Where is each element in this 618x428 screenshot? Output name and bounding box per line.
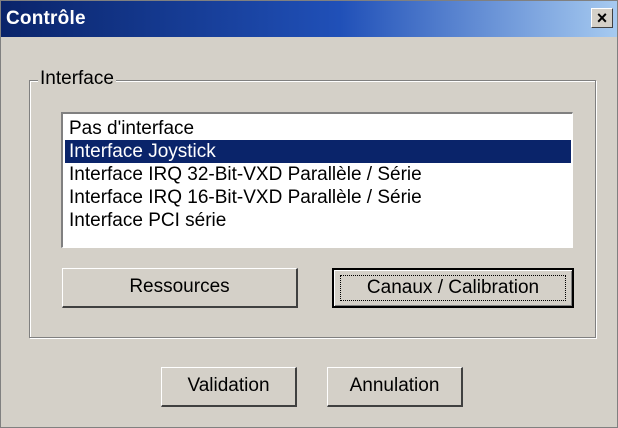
list-item-joystick[interactable]: Interface Joystick <box>65 140 571 163</box>
close-icon[interactable]: × <box>591 8 613 28</box>
channels-calibration-button[interactable]: Canaux / Calibration <box>332 268 574 308</box>
groupbox-label: Interface <box>38 68 116 90</box>
validation-button-label: Validation <box>187 375 270 396</box>
list-item-irq-32bit[interactable]: Interface IRQ 32-Bit-VXD Parallèle / Sér… <box>65 163 571 186</box>
title-bar[interactable]: Contrôle × <box>1 1 617 37</box>
list-item-pci-serial[interactable]: Interface PCI série <box>65 209 571 232</box>
list-item-irq-16bit[interactable]: Interface IRQ 16-Bit-VXD Parallèle / Sér… <box>65 186 571 209</box>
resources-button-label: Ressources <box>129 276 230 297</box>
dialog-window: Contrôle × Interface Pas d'interface Int… <box>0 0 618 428</box>
channels-calibration-button-label: Canaux / Calibration <box>366 277 540 298</box>
window-title: Contrôle <box>6 8 86 29</box>
interface-listbox[interactable]: Pas d'interface Interface Joystick Inter… <box>61 112 573 248</box>
cancel-button-label: Annulation <box>349 375 440 396</box>
validation-button[interactable]: Validation <box>161 367 297 407</box>
cancel-button[interactable]: Annulation <box>327 367 463 407</box>
resources-button[interactable]: Ressources <box>62 268 298 308</box>
list-item-no-interface[interactable]: Pas d'interface <box>65 117 571 140</box>
